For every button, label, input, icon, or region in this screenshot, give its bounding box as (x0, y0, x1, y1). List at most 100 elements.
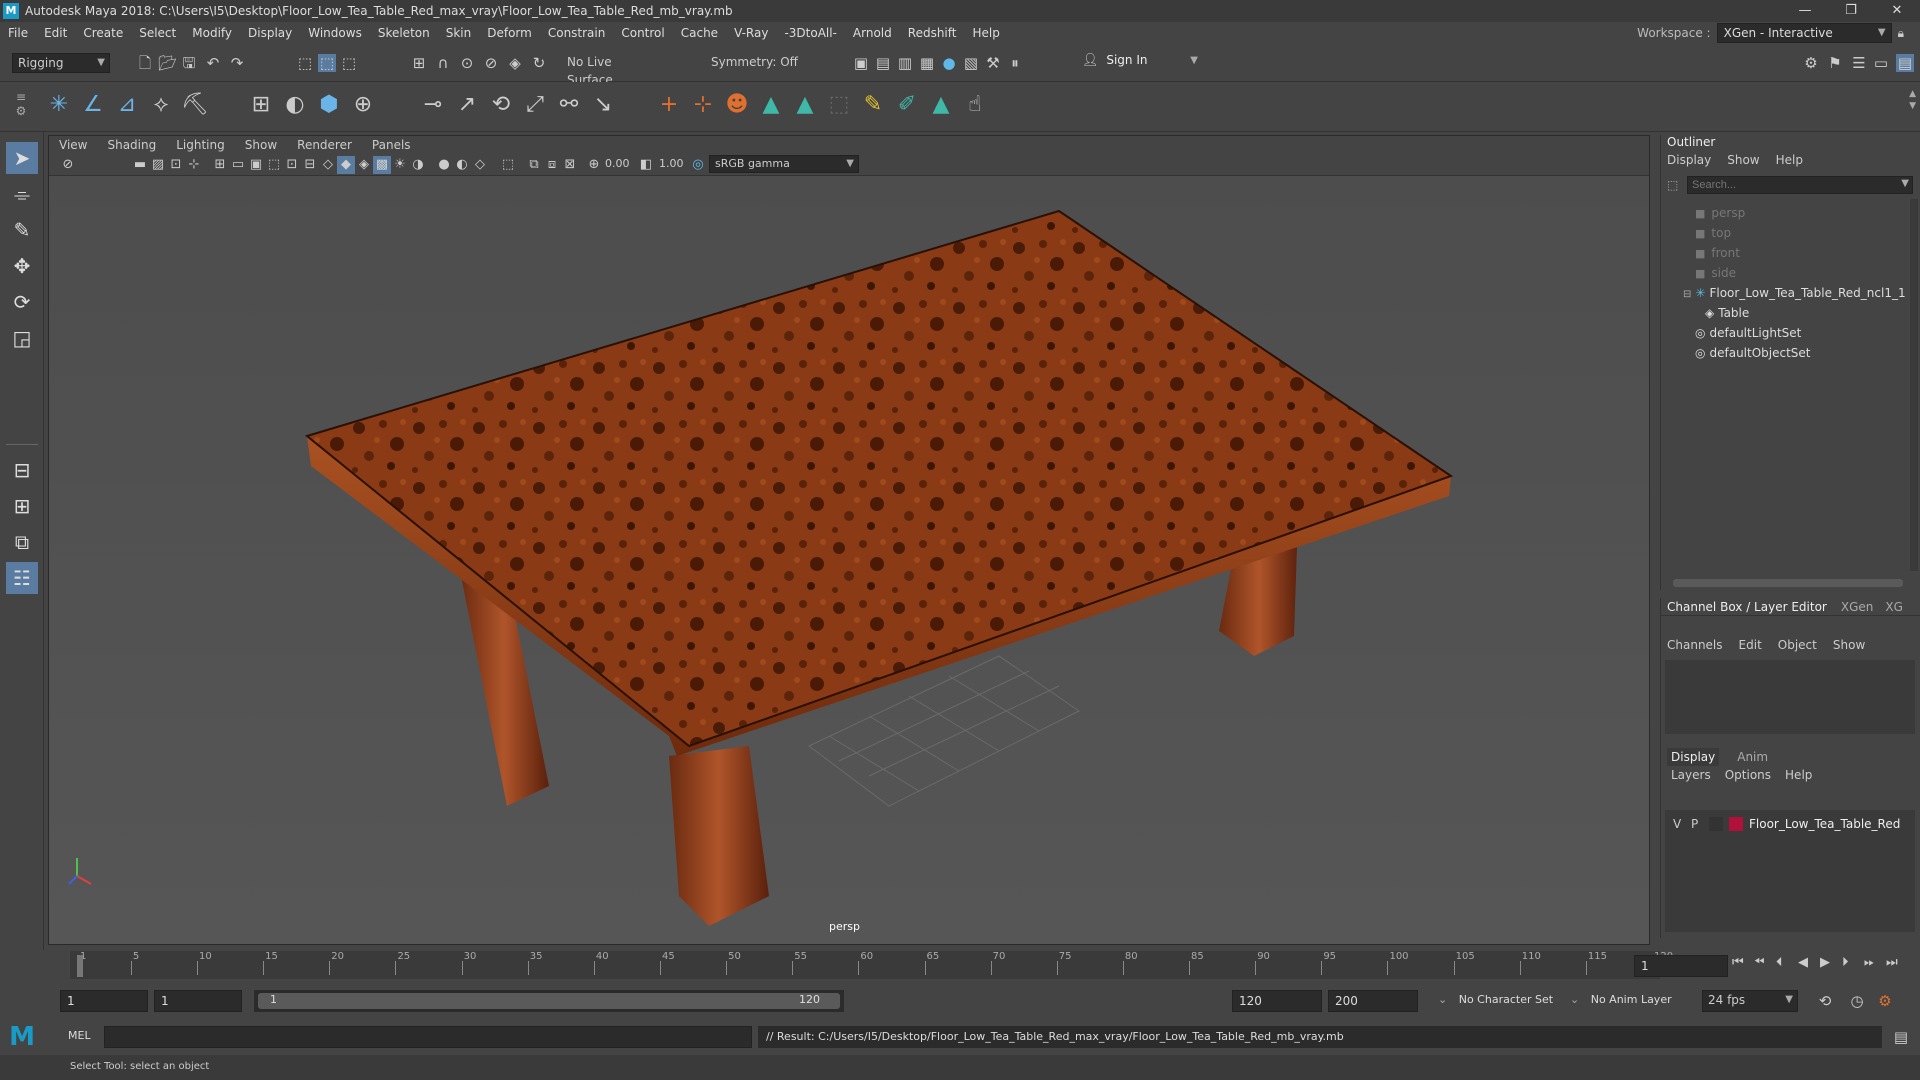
wireframe-icon[interactable]: ◇ (319, 156, 337, 174)
panel-menu-show[interactable]: Show (235, 138, 287, 152)
aim-constraint-icon[interactable]: ↗ (452, 90, 482, 120)
layer-row[interactable]: V P Floor_Low_Tea_Table_Red (1665, 814, 1915, 834)
tab-xg[interactable]: XG (1885, 598, 1903, 615)
render-sequence-icon[interactable]: ▤ (874, 54, 892, 72)
redo-icon[interactable]: ↷ (228, 54, 246, 72)
snap-curve-icon[interactable]: ∩ (434, 54, 452, 72)
render-settings-icon[interactable]: ▦ (918, 54, 936, 72)
layer-playback-toggle[interactable]: P (1691, 817, 1709, 831)
menu-3dtoall[interactable]: -3DtoAll- (776, 26, 844, 40)
pole-vector-icon[interactable]: ↘ (588, 90, 618, 120)
menu-skin[interactable]: Skin (438, 26, 480, 40)
placeholder-shelf-icon[interactable]: ⬚ (824, 90, 854, 120)
isolate-select-icon[interactable]: ⬚ (499, 156, 517, 174)
edit-menu[interactable]: Edit (1739, 636, 1762, 654)
sign-in-button[interactable]: 👤︎ Sign In ▼ (1082, 53, 1198, 73)
undo-icon[interactable]: ↶ (204, 54, 222, 72)
menu-constrain[interactable]: Constrain (540, 26, 614, 40)
scale-constraint-icon[interactable]: ⤢ (520, 90, 550, 120)
animation-start-field[interactable]: 1 (60, 990, 148, 1012)
live-surface-field[interactable]: No Live Surface (562, 53, 662, 87)
tab-layer-anim[interactable]: Anim (1737, 748, 1768, 766)
range-slider[interactable]: 1 120 (254, 990, 844, 1012)
render-frame-icon[interactable]: ▣ (852, 54, 870, 72)
menu-display[interactable]: Display (240, 26, 300, 40)
select-tool-icon[interactable]: ➤ (6, 142, 38, 174)
outliner-vertical-scrollbar[interactable] (1910, 199, 1918, 571)
menu-cache[interactable]: Cache (673, 26, 726, 40)
select-object-icon[interactable]: ⬚ (318, 54, 336, 72)
playback-end-field[interactable]: 120 (1232, 990, 1322, 1012)
maximize-button[interactable]: ❐ (1828, 0, 1874, 22)
panel-menu-renderer[interactable]: Renderer (287, 138, 362, 152)
xray-components-icon[interactable]: ⊠ (561, 156, 579, 174)
time-slider[interactable]: 1 5 10 15 20 25 30 35 40 45 50 55 60 65 70 75 80 85 90 95 10… (48, 945, 1920, 983)
outliner-item-group[interactable]: ⊟ ✳ Floor_Low_Tea_Table_Red_ncl1_1 (1661, 283, 1906, 303)
script-language-toggle[interactable]: MEL (68, 1029, 91, 1042)
grid-toggle-icon[interactable]: ⊞ (211, 156, 229, 174)
save-scene-icon[interactable]: 🖫 (180, 54, 198, 72)
animation-prefs-icon[interactable]: ⚙ (1876, 992, 1894, 1010)
script-editor-icon[interactable]: ✎ (858, 90, 888, 120)
outliner-horizontal-scrollbar[interactable] (1673, 579, 1903, 587)
panel-menu-view[interactable]: View (49, 138, 97, 152)
close-button[interactable]: ✕ (1874, 0, 1920, 22)
film-gate-icon[interactable]: ▭ (229, 156, 247, 174)
outliner-item-default-light-set[interactable]: ◎ defaultLightSet (1661, 323, 1901, 343)
rotate-tool-icon[interactable]: ⟳ (6, 286, 38, 318)
channel-list[interactable] (1665, 660, 1915, 734)
menu-edit[interactable]: Edit (36, 26, 75, 40)
minimize-button[interactable]: — (1782, 0, 1828, 22)
shadows-icon[interactable]: ◑ (409, 156, 427, 174)
menu-windows[interactable]: Windows (300, 26, 370, 40)
attribute-editor-icon[interactable]: ⚑ (1826, 54, 1844, 72)
auto-key-icon[interactable]: ◷ (1848, 992, 1866, 1010)
step-back-icon[interactable]: ⏪︎ (1754, 955, 1776, 970)
workspace-dropdown[interactable]: XGen - Interactive Groom1* ▼ (1716, 23, 1892, 58)
outliner-item-side[interactable]: ■ side (1661, 263, 1901, 283)
menu-skeleton[interactable]: Skeleton (370, 26, 438, 40)
joint-tool-icon[interactable]: ✳ (44, 90, 74, 120)
layer-visibility-toggle[interactable]: V (1673, 817, 1691, 831)
panel-menu-shading[interactable]: Shading (97, 138, 166, 152)
shelf-menu-icon[interactable]: ≡ ⚙ (6, 90, 36, 120)
playback-start-field[interactable]: 1 (154, 990, 242, 1012)
menu-vray[interactable]: V-Ray (726, 26, 776, 40)
fps-dropdown[interactable]: 24 fps ▼ (1702, 990, 1798, 1012)
outliner-toggle-icon[interactable]: ▤ (1896, 54, 1914, 72)
graph-editor-icon[interactable]: ✐ (892, 90, 922, 120)
menu-modify[interactable]: Modify (184, 26, 240, 40)
xray-icon[interactable]: ⧉ (525, 156, 543, 174)
select-hierarchy-icon[interactable]: ⬚ (296, 54, 314, 72)
anti-aliasing-icon[interactable]: ◇ (471, 156, 489, 174)
outliner-item-top[interactable]: ■ top (1661, 223, 1901, 243)
perspective-outliner-icon[interactable]: ⧉ (6, 526, 38, 558)
orient-constraint-icon[interactable]: ⟲ (486, 90, 516, 120)
object-menu[interactable]: Object (1778, 636, 1817, 654)
show-menu[interactable]: Show (1833, 636, 1865, 654)
panel-menu-lighting[interactable]: Lighting (166, 138, 235, 152)
safe-title-icon[interactable]: ⊡ (283, 156, 301, 174)
menu-arnold[interactable]: Arnold (845, 26, 900, 40)
mash-icon[interactable]: ▲ (756, 90, 786, 120)
resolution-gate-icon[interactable]: ▣ (247, 156, 265, 174)
anim-layer-dropdown[interactable]: ⌄ No Anim Layer (1570, 993, 1672, 1006)
bookmark-icon[interactable]: ▬ (131, 156, 149, 174)
modeling-toolkit-icon[interactable]: ⚙ (1802, 54, 1820, 72)
snap-rotate-icon[interactable]: ↻ (530, 54, 548, 72)
outliner-layout-icon[interactable]: ☷ (6, 562, 38, 594)
gamma-icon[interactable]: ◧ (637, 156, 655, 174)
script-editor-icon[interactable]: ▤ (1892, 1028, 1910, 1046)
layer-type-toggle[interactable] (1709, 817, 1723, 831)
character-set-dropdown[interactable]: ⌄ No Character Set (1438, 993, 1553, 1006)
panel-menu-panels[interactable]: Panels (362, 138, 421, 152)
layer-color-swatch[interactable] (1729, 817, 1743, 831)
snap-surface-icon[interactable]: ◈ (506, 54, 524, 72)
paint-weights-icon[interactable]: ⛏ (180, 90, 210, 120)
render-view-icon[interactable]: ▧ (962, 54, 980, 72)
select-component-icon[interactable]: ⬚ (340, 54, 358, 72)
outliner-item-table[interactable]: ◈ Table (1661, 303, 1901, 323)
scale-tool-icon[interactable]: ◲ (6, 322, 38, 354)
lasso-tool-icon[interactable]: ⌯ (6, 178, 38, 210)
lattice-icon[interactable]: ⊞ (246, 90, 276, 120)
